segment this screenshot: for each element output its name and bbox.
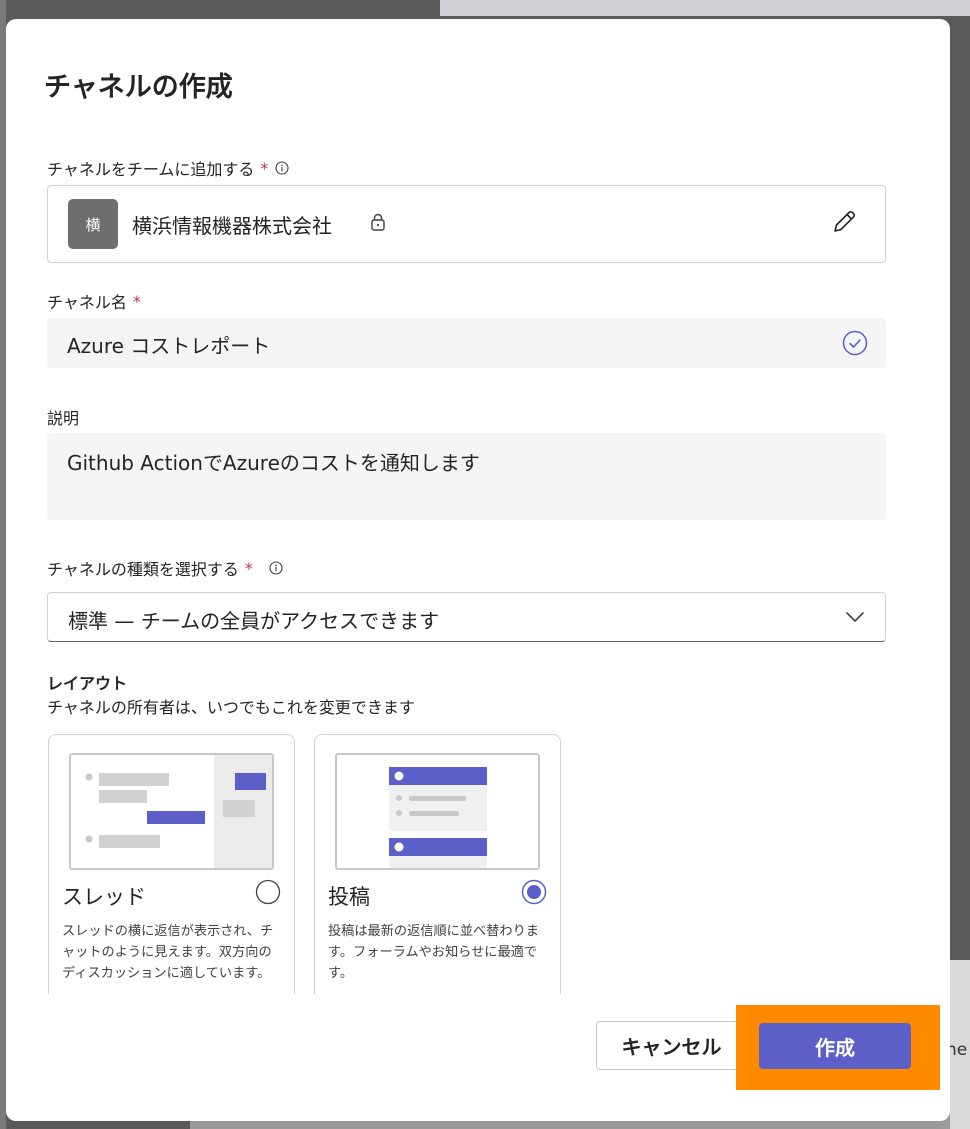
post-preview-illustration xyxy=(389,767,487,868)
check-circle-icon xyxy=(842,330,868,356)
team-name: 横浜情報機器株式会社 xyxy=(132,214,332,238)
thread-layout-preview xyxy=(69,753,274,870)
radio-selected-icon[interactable] xyxy=(521,879,547,905)
team-selector: 横 横浜情報機器株式会社 xyxy=(47,185,886,263)
layout-option-post[interactable]: 投稿 投稿は最新の返信順に並べ替わります。フォーラムやお知らせに最適です。 xyxy=(314,734,561,994)
post-option-name: 投稿 xyxy=(328,885,370,909)
thread-preview-illustration xyxy=(85,755,272,868)
description-label: 説明 xyxy=(47,409,80,428)
chevron-down-icon xyxy=(846,612,864,622)
channel-name-label-row: チャネル名 * xyxy=(47,289,141,313)
thread-option-name: スレッド xyxy=(62,885,146,909)
description-textarea[interactable]: Github ActionでAzureのコストを通知します xyxy=(47,433,886,520)
thread-option-description: スレッドの横に返信が表示され、チャットのように見えます。双方向のディスカッション… xyxy=(62,924,274,981)
required-mark: * xyxy=(260,158,269,178)
layout-title: レイアウト xyxy=(47,674,128,693)
dialog-title: チャネルの作成 xyxy=(44,72,233,103)
team-label-row: チャネルをチームに追加する * xyxy=(47,156,289,180)
channel-name-input[interactable]: Azure コストレポート xyxy=(47,318,886,368)
info-icon[interactable] xyxy=(269,561,283,575)
create-channel-dialog: チャネルの作成 チャネルをチームに追加する * 横 横浜情報機器株式会社 チャネ… xyxy=(6,19,950,1121)
team-avatar: 横 xyxy=(68,199,118,249)
backdrop-top xyxy=(440,0,970,16)
channel-type-selected: 標準 — チームの全員がアクセスできます xyxy=(68,609,440,633)
channel-name-label: チャネル名 xyxy=(47,293,127,312)
cancel-button[interactable]: キャンセル xyxy=(596,1021,747,1070)
layout-option-thread[interactable]: スレッド スレッドの横に返信が表示され、チャットのように見えます。双方向のディス… xyxy=(48,734,295,994)
post-layout-preview xyxy=(335,753,540,870)
radio-unselected-icon[interactable] xyxy=(255,879,281,905)
highlight-marker-dot xyxy=(926,1075,940,1089)
description-label-row: 説明 xyxy=(47,405,79,429)
team-label: チャネルをチームに追加する xyxy=(47,160,255,179)
lock-icon xyxy=(371,213,385,231)
description-value: Github ActionでAzureのコストを通知します xyxy=(67,451,480,475)
post-option-description: 投稿は最新の返信順に並べ替わります。フォーラムやお知らせに最適です。 xyxy=(328,924,539,981)
pencil-icon[interactable] xyxy=(830,208,858,236)
create-button[interactable]: 作成 xyxy=(759,1023,911,1069)
required-mark: * xyxy=(132,291,141,311)
layout-subtitle: チャネルの所有者は、いつでもこれを変更できます xyxy=(47,698,415,717)
channel-type-label-row: チャネルの種類を選択する * xyxy=(47,556,283,580)
channel-type-select[interactable]: 標準 — チームの全員がアクセスできます xyxy=(47,592,886,642)
channel-type-label: チャネルの種類を選択する xyxy=(47,560,239,579)
required-mark: * xyxy=(244,558,253,578)
channel-name-value: Azure コストレポート xyxy=(67,334,271,358)
info-icon[interactable] xyxy=(275,161,289,175)
